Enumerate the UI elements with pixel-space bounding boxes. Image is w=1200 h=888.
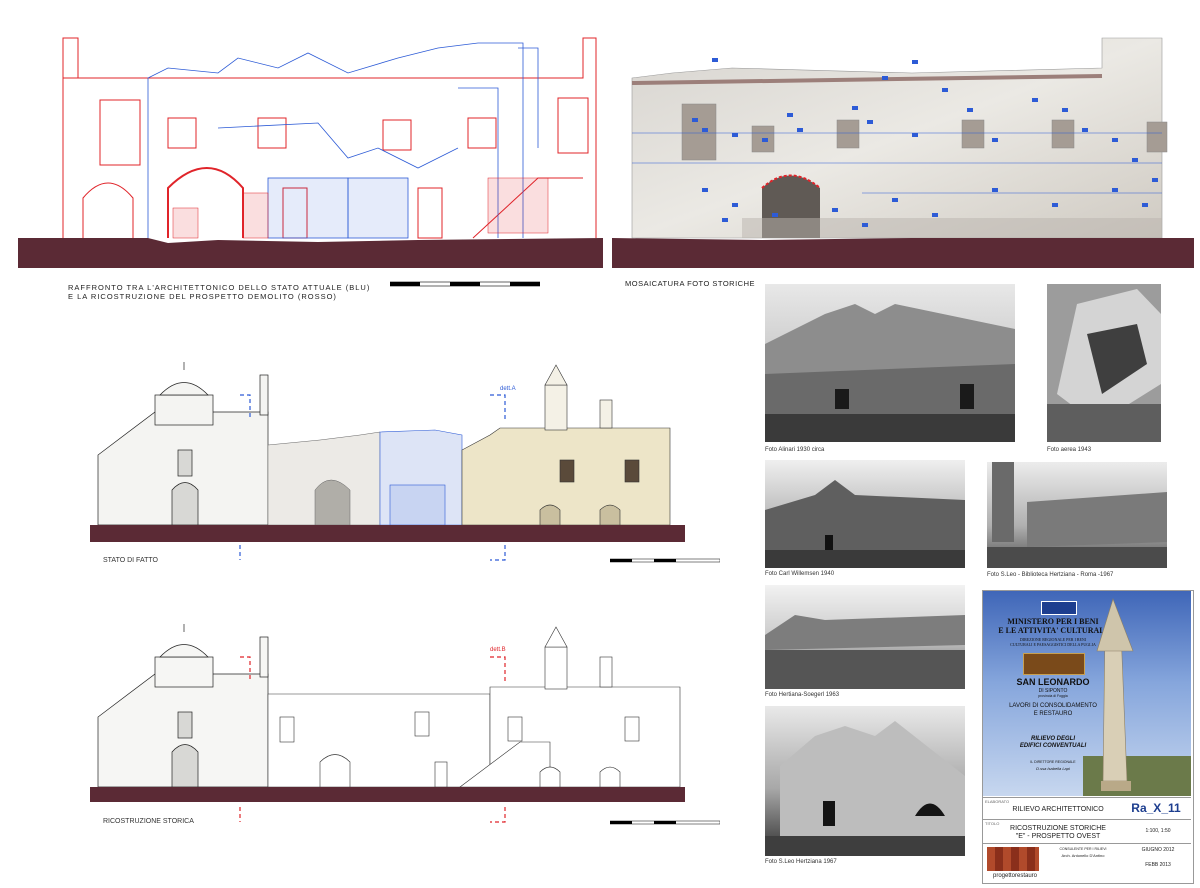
historical-photo-alinari [765, 284, 1015, 442]
photo-caption-aerial: Foto aerea 1943 [1047, 447, 1092, 453]
comparison-elevation-drawing [18, 37, 603, 268]
title-block: MINISTERO PER I BENI E LE ATTIVITA' CULT… [982, 590, 1194, 884]
historical-reconstruction-caption: RICOSTRUZIONE STORICA [103, 818, 194, 825]
historical-photo-willemsen [765, 460, 965, 568]
photo-mosaic-elevation [612, 37, 1194, 268]
current-state-caption: STATO DI FATTO [103, 557, 158, 564]
site-logo [1023, 653, 1085, 675]
detail-b-tag: dett.B [490, 647, 506, 653]
scale-value: 1:100, 1:50 [1145, 828, 1171, 834]
consultant-label: CONSULENTE PER I RILIEVI [1059, 847, 1107, 851]
scale-bar [390, 281, 540, 287]
scale-bar [610, 820, 720, 825]
date-2: FEBB 2013 [1145, 862, 1171, 868]
historical-photo-hertiana-soegerl [765, 585, 965, 689]
comparison-caption-line1: RAFFRONTO TRA L'ARCHITETTONICO DELLO STA… [68, 283, 371, 292]
photo-caption-willemsen: Foto Carl Willemsen 1940 [765, 571, 835, 577]
firm-logo [987, 847, 1039, 871]
date-1: GIUGNO 2012 [1141, 847, 1175, 853]
mosaic-caption: MOSAICATURA FOTO STORICHE [625, 279, 756, 288]
current-state-elevation [90, 362, 685, 561]
scale-bar [610, 558, 720, 563]
sheet-code: Ra_X_11 [1131, 801, 1181, 815]
tower-illustration [1083, 598, 1191, 796]
firm-name: progettorestauro [992, 873, 1038, 879]
row2-value-line1: RICOSTRUZIONE STORICHE [1010, 825, 1106, 832]
historical-photo-aerial [1047, 284, 1161, 442]
row2-value-line2: "E" - PROSPETTO OVEST [1015, 833, 1101, 840]
historical-photo-hertziana-1967 [987, 462, 1167, 568]
detail-a-tag: dett.A [500, 386, 516, 392]
row1-value: RILIEVO ARCHITETTONICO [1012, 806, 1104, 813]
historical-reconstruction-elevation [90, 624, 685, 823]
title-block-row-elaborato: ELABORATO RILIEVO ARCHITETTONICO Ra_X_11 [983, 797, 1191, 820]
photo-caption-alinari: Foto Alinari 1930 circa [765, 447, 825, 453]
title-block-row-dates: progettorestauro CONSULENTE PER I RILIEV… [983, 843, 1191, 884]
title-block-header: MINISTERO PER I BENI E LE ATTIVITA' CULT… [983, 591, 1191, 796]
photo-caption-sleo-hertziana: Foto S.Leo Hertziana 1967 [765, 859, 837, 865]
photo-caption-hertziana-1967: Foto S.Leo - Biblioteca Hertziana - Roma… [987, 572, 1114, 578]
title-block-row-titolo: TITOLO RICOSTRUZIONE STORICHE "E" - PROS… [983, 819, 1191, 844]
consultant-name: Arch. Antonello D'Antino [1061, 853, 1105, 858]
photo-caption-hertiana-soegerl: Foto Hertiana-Soegerl 1963 [765, 692, 840, 698]
historical-photo-sleo-hertziana [765, 706, 965, 856]
comparison-caption-line2: E LA RICOSTRUZIONE DEL PROSPETTO DEMOLIT… [68, 292, 337, 301]
ministry-logo [1041, 601, 1077, 615]
